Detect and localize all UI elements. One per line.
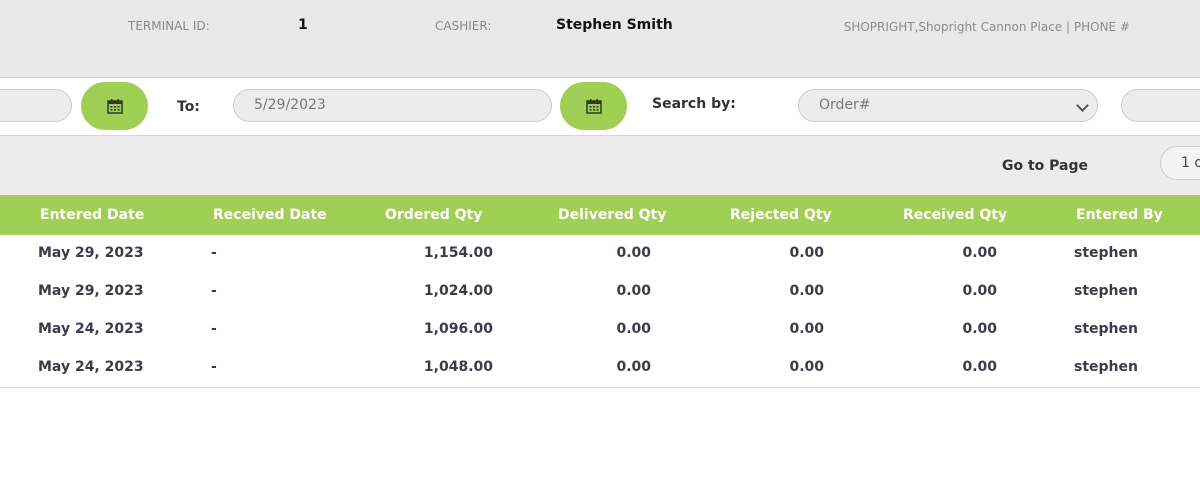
table-row[interactable]: May 24, 2023 - 1,096.00 0.00 0.00 0.00 s…	[0, 311, 1200, 350]
cell-received-qty: 0.00	[962, 283, 997, 299]
cell-entered-by: stephen	[1074, 245, 1138, 261]
pager-bar: Go to Page 1 o	[0, 136, 1200, 195]
column-header-delivered-qty[interactable]: Delivered Qty	[558, 207, 666, 223]
terminal-id-label: TERMINAL ID:	[128, 19, 210, 33]
table-row[interactable]: May 29, 2023 - 1,024.00 0.00 0.00 0.00 s…	[0, 273, 1200, 312]
cell-entered-by: stephen	[1074, 321, 1138, 337]
cashier-label: CASHIER:	[435, 19, 492, 33]
cell-received-date: -	[211, 321, 217, 337]
from-date-input[interactable]	[0, 89, 72, 122]
page-number-input[interactable]: 1 o	[1160, 146, 1200, 180]
cell-received-qty: 0.00	[962, 245, 997, 261]
cell-ordered-qty: 1,048.00	[423, 359, 493, 375]
column-header-entered-by[interactable]: Entered By	[1076, 207, 1163, 223]
table-row[interactable]: May 24, 2023 - 1,048.00 0.00 0.00 0.00 s…	[0, 349, 1200, 388]
table-row[interactable]: May 29, 2023 - 1,154.00 0.00 0.00 0.00 s…	[0, 235, 1200, 274]
cell-delivered-qty: 0.00	[616, 245, 651, 261]
go-to-page-label: Go to Page	[1002, 158, 1089, 174]
cell-delivered-qty: 0.00	[616, 283, 651, 299]
cell-entered-date: May 29, 2023	[38, 245, 144, 261]
cell-rejected-qty: 0.00	[789, 321, 824, 337]
top-info-bar: TERMINAL ID: 1 CASHIER: Stephen Smith SH…	[0, 0, 1200, 78]
cell-rejected-qty: 0.00	[789, 359, 824, 375]
filter-bar: To: 5/29/2023 Search by: Order#	[0, 78, 1200, 136]
cell-entered-by: stephen	[1074, 359, 1138, 375]
cell-ordered-qty: 1,096.00	[423, 321, 493, 337]
calendar-icon	[106, 99, 123, 114]
calendar-icon	[585, 99, 602, 114]
from-date-calendar-button[interactable]	[81, 82, 148, 130]
column-header-entered-date[interactable]: Entered Date	[40, 207, 144, 223]
to-date-input[interactable]: 5/29/2023	[233, 89, 552, 122]
cell-received-qty: 0.00	[962, 321, 997, 337]
to-label: To:	[177, 99, 200, 115]
table-header: Entered Date Received Date Ordered Qty D…	[0, 195, 1200, 235]
cell-received-date: -	[211, 283, 217, 299]
cell-rejected-qty: 0.00	[789, 245, 824, 261]
cell-ordered-qty: 1,154.00	[423, 245, 493, 261]
cell-rejected-qty: 0.00	[789, 283, 824, 299]
search-by-label: Search by:	[652, 96, 736, 112]
column-header-received-qty[interactable]: Received Qty	[903, 207, 1007, 223]
column-header-received-date[interactable]: Received Date	[213, 207, 327, 223]
cell-received-date: -	[211, 245, 217, 261]
cell-entered-date: May 24, 2023	[38, 359, 144, 375]
cell-received-date: -	[211, 359, 217, 375]
column-header-ordered-qty[interactable]: Ordered Qty	[385, 207, 482, 223]
store-info: SHOPRIGHT,Shopright Cannon Place | PHONE…	[843, 20, 1130, 34]
column-header-rejected-qty[interactable]: Rejected Qty	[730, 207, 832, 223]
terminal-id-value: 1	[298, 17, 308, 33]
chevron-down-icon	[1076, 99, 1089, 112]
cell-ordered-qty: 1,024.00	[423, 283, 493, 299]
cell-entered-date: May 24, 2023	[38, 321, 144, 337]
cell-entered-by: stephen	[1074, 283, 1138, 299]
to-date-calendar-button[interactable]	[560, 82, 627, 130]
search-input[interactable]	[1121, 89, 1200, 122]
cashier-name: Stephen Smith	[556, 17, 673, 33]
search-by-select[interactable]: Order#	[798, 89, 1098, 122]
cell-delivered-qty: 0.00	[616, 359, 651, 375]
cell-entered-date: May 29, 2023	[38, 283, 144, 299]
cell-received-qty: 0.00	[962, 359, 997, 375]
search-by-selected-value: Order#	[819, 97, 871, 113]
cell-delivered-qty: 0.00	[616, 321, 651, 337]
